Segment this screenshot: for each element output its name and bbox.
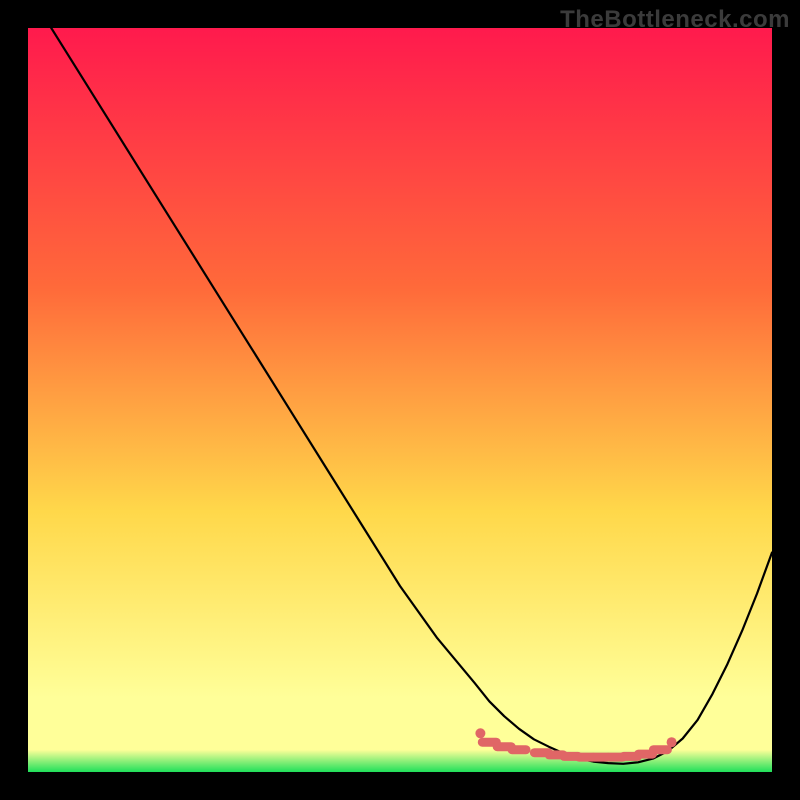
gradient-background [28,28,772,772]
plot-area [28,28,772,772]
chart-svg [28,28,772,772]
optimal-marker-dot [475,728,485,738]
chart-frame: TheBottleneck.com [0,0,800,800]
watermark-text: TheBottleneck.com [560,6,790,34]
optimal-marker-dot [667,737,677,747]
